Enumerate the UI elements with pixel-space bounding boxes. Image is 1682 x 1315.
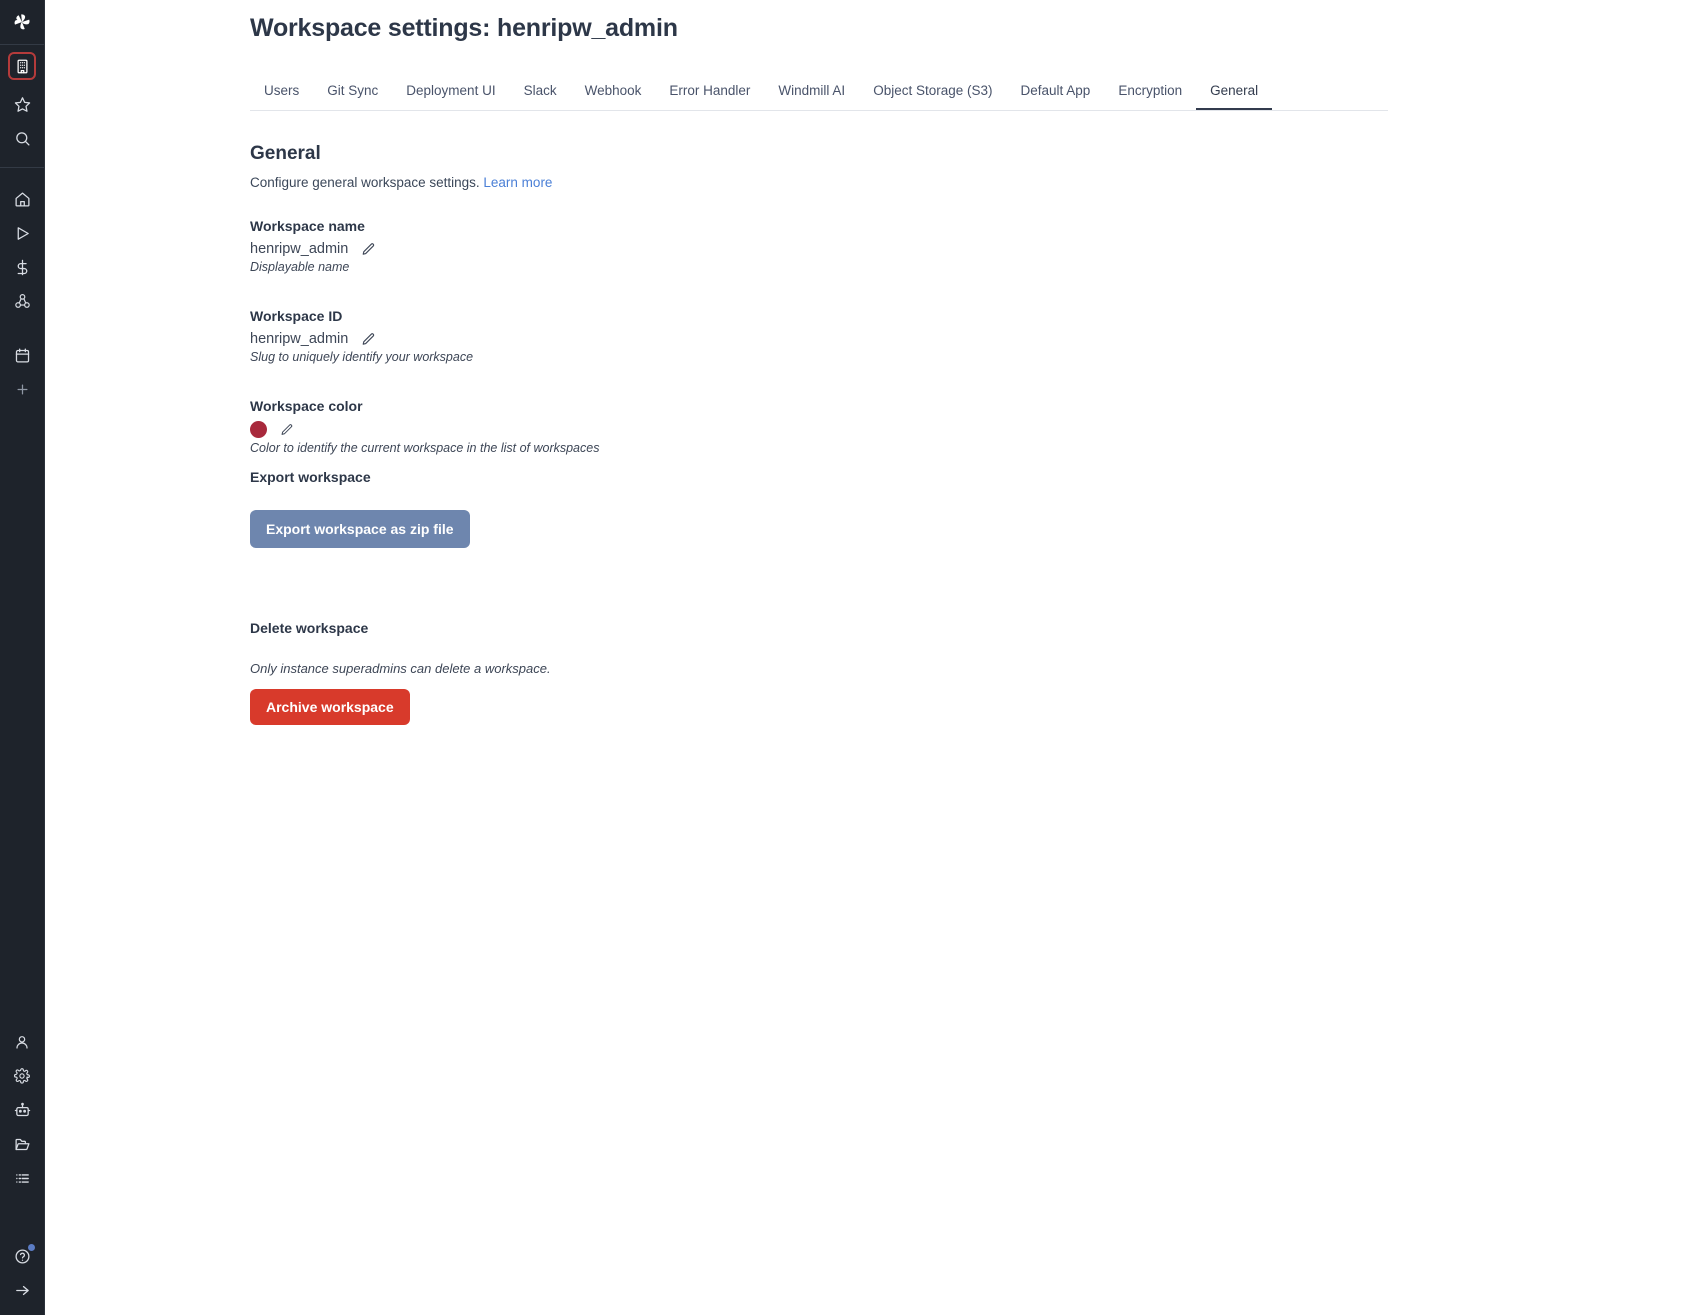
runs-play-icon [14, 225, 31, 242]
section-subtitle: Configure general workspace settings. Le… [250, 175, 1682, 190]
section-subtitle-text: Configure general workspace settings. [250, 175, 480, 190]
home-icon [14, 191, 31, 208]
export-workspace-label: Export workspace [250, 469, 371, 485]
tab-error-handler[interactable]: Error Handler [655, 77, 764, 110]
field-workspace-name: Workspace name henripw_admin Displayable… [250, 218, 1682, 274]
sidebar [0, 0, 45, 1315]
sidebar-item-runs[interactable] [0, 216, 45, 250]
sidebar-item-variables[interactable] [0, 250, 45, 284]
settings-tabs: Users Git Sync Deployment UI Slack Webho… [250, 77, 1388, 111]
list-icon [14, 1170, 31, 1187]
workspace-id-hint: Slug to uniquely identify your workspace [250, 350, 474, 364]
tab-git-sync[interactable]: Git Sync [313, 77, 392, 110]
delete-section: Delete workspace Only instance superadmi… [250, 620, 1682, 725]
user-icon [14, 1034, 30, 1050]
star-icon [14, 96, 31, 113]
workspace-building-icon [8, 52, 36, 80]
tab-object-storage[interactable]: Object Storage (S3) [859, 77, 1006, 110]
delete-workspace-label: Delete workspace [250, 620, 369, 636]
sidebar-item-workspace[interactable] [0, 45, 45, 87]
tab-webhook[interactable]: Webhook [571, 77, 656, 110]
sidebar-item-settings[interactable] [0, 1059, 45, 1093]
sidebar-item-audit-logs[interactable] [0, 1161, 45, 1195]
sidebar-item-resources[interactable] [0, 284, 45, 318]
help-question-icon [14, 1248, 31, 1265]
tab-default-app[interactable]: Default App [1007, 77, 1105, 110]
app-root: Workspace settings: henripw_admin Users … [0, 0, 1682, 1315]
sidebar-group-top [0, 45, 44, 155]
field-workspace-color: Workspace color Color to identify the cu… [250, 398, 1682, 455]
sidebar-item-add[interactable] [0, 372, 45, 406]
sidebar-group-footer [0, 1239, 44, 1307]
resources-cube-icon [14, 293, 31, 310]
workspace-name-value: henripw_admin [250, 241, 349, 257]
delete-workspace-hint: Only instance superadmins can delete a w… [250, 661, 551, 676]
export-section: Export workspace Export workspace as zip… [250, 469, 1682, 548]
sidebar-item-user[interactable] [0, 1025, 45, 1059]
edit-workspace-color-pencil-icon[interactable] [280, 423, 294, 437]
workers-robot-icon [14, 1102, 31, 1119]
sidebar-group-bottom [0, 1025, 44, 1195]
page-title: Workspace settings: henripw_admin [250, 14, 678, 42]
sidebar-divider-mid [0, 167, 44, 168]
workspace-name-hint: Displayable name [250, 260, 350, 274]
sidebar-item-home[interactable] [0, 182, 45, 216]
tab-users[interactable]: Users [250, 77, 313, 110]
workspace-name-label: Workspace name [250, 218, 365, 234]
sidebar-item-workers[interactable] [0, 1093, 45, 1127]
sidebar-item-expand[interactable] [0, 1273, 45, 1307]
expand-arrow-icon [14, 1282, 31, 1299]
sidebar-group-nav [0, 182, 44, 318]
sidebar-item-folders[interactable] [0, 1127, 45, 1161]
workspace-color-hint: Color to identify the current workspace … [250, 441, 600, 455]
section-heading: General [250, 143, 321, 164]
variables-dollar-icon [14, 259, 31, 276]
workspace-name-row: henripw_admin [250, 241, 1682, 257]
workspace-id-label: Workspace ID [250, 308, 343, 324]
learn-more-link[interactable]: Learn more [483, 175, 552, 190]
help-notification-badge [27, 1244, 35, 1251]
sidebar-item-schedules[interactable] [0, 338, 45, 372]
folder-icon [14, 1136, 31, 1153]
workspace-color-row [250, 421, 1682, 438]
export-workspace-button[interactable]: Export workspace as zip file [250, 510, 470, 548]
archive-workspace-button[interactable]: Archive workspace [250, 689, 410, 725]
sidebar-item-favorites[interactable] [0, 87, 45, 121]
tab-general[interactable]: General [1196, 77, 1273, 110]
add-plus-icon [15, 382, 30, 397]
tab-slack[interactable]: Slack [510, 77, 571, 110]
schedules-calendar-icon [14, 347, 31, 364]
tab-encryption[interactable]: Encryption [1104, 77, 1196, 110]
edit-workspace-id-pencil-icon[interactable] [361, 332, 376, 347]
tab-windmill-ai[interactable]: Windmill AI [764, 77, 859, 110]
edit-workspace-name-pencil-icon[interactable] [361, 242, 376, 257]
gear-icon [14, 1068, 30, 1084]
field-workspace-id: Workspace ID henripw_admin Slug to uniqu… [250, 308, 1682, 364]
sidebar-group-secondary [0, 338, 44, 406]
general-panel: General Configure general workspace sett… [250, 111, 1682, 725]
export-delete-gap [250, 548, 1682, 620]
search-icon [14, 130, 31, 147]
workspace-id-value: henripw_admin [250, 331, 349, 347]
windmill-logo[interactable] [0, 0, 45, 44]
main-content: Workspace settings: henripw_admin Users … [45, 0, 1682, 1315]
workspace-color-label: Workspace color [250, 398, 363, 414]
workspace-color-swatch[interactable] [250, 421, 267, 438]
sidebar-item-search[interactable] [0, 121, 45, 155]
sidebar-item-help[interactable] [0, 1239, 45, 1273]
workspace-id-row: henripw_admin [250, 331, 1682, 347]
tab-deployment-ui[interactable]: Deployment UI [392, 77, 509, 110]
